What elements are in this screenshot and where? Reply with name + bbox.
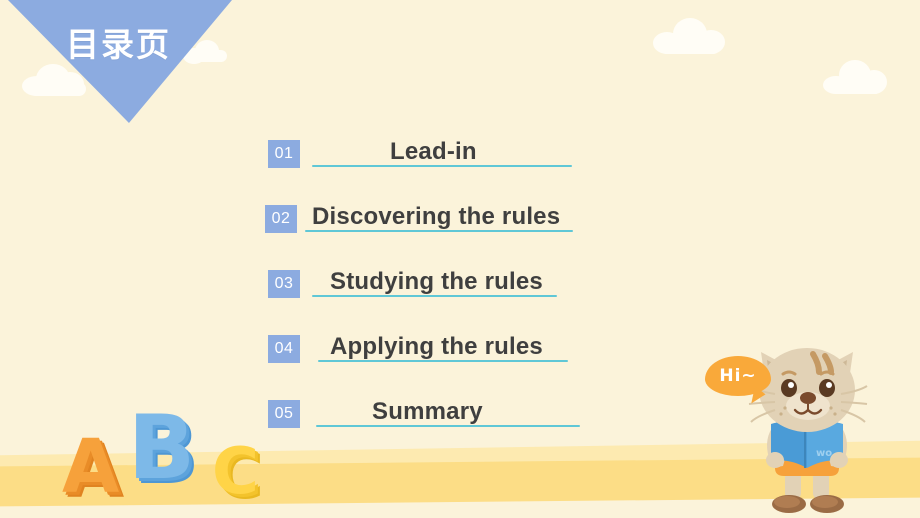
toc-number-badge: 02 <box>265 205 297 233</box>
letter-c: C <box>212 435 259 509</box>
toc-item-01[interactable]: 01 Lead-in <box>0 126 920 191</box>
speech-bubble: Hi~ <box>705 356 771 396</box>
cloud-top <box>653 16 727 54</box>
toc-item-02[interactable]: 02 Discovering the rules <box>0 191 920 256</box>
svg-text:wo: wo <box>816 448 832 459</box>
toc-number-badge: 03 <box>268 270 300 298</box>
letter-b: B <box>128 396 196 499</box>
abc-letters: A B C <box>52 404 272 510</box>
slide-canvas: 目录页 01 Lead-in 02 Discovering the rules … <box>0 0 920 518</box>
toc-underline <box>318 360 568 362</box>
toc-item-03[interactable]: 03 Studying the rules <box>0 256 920 321</box>
toc-number-badge: 04 <box>268 335 300 363</box>
letter-a: A <box>62 424 120 510</box>
toc-label: Summary <box>372 398 483 425</box>
page-title: 目录页 <box>66 25 171 64</box>
toc-number-badge: 05 <box>268 400 300 428</box>
cat-mascot: Hi~ wo <box>705 328 898 518</box>
cloud-right <box>823 58 889 96</box>
toc-label: Lead-in <box>390 138 477 165</box>
toc-underline <box>312 165 572 167</box>
toc-label: Applying the rules <box>330 333 543 360</box>
toc-label: Studying the rules <box>330 268 543 295</box>
speech-bubble-text: Hi~ <box>719 366 757 386</box>
toc-underline <box>305 230 573 232</box>
toc-underline <box>312 295 557 297</box>
toc-label: Discovering the rules <box>312 203 561 230</box>
toc-number-badge: 01 <box>268 140 300 168</box>
toc-underline <box>316 425 580 427</box>
